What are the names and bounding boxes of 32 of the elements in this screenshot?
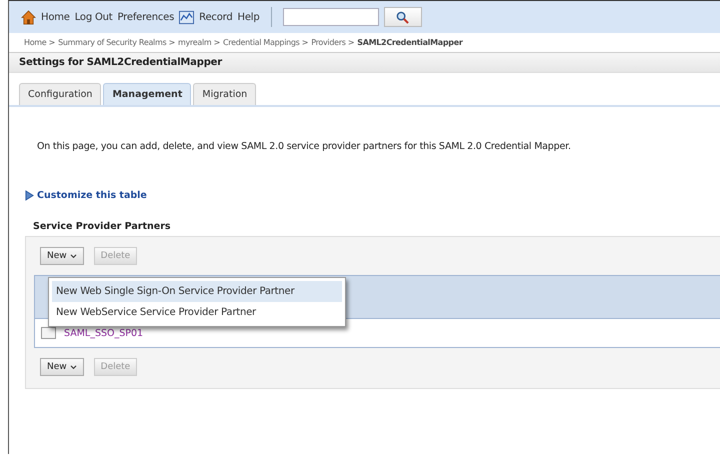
- toolbar-link[interactable]: Help: [238, 12, 260, 22]
- tab[interactable]: Management: [103, 83, 192, 105]
- tab[interactable]: Configuration: [19, 83, 102, 105]
- search-field[interactable]: [282, 8, 378, 26]
- search-icon: [396, 10, 409, 24]
- menu-item[interactable]: New WebService Service Provider Partner: [52, 302, 342, 323]
- customize-link[interactable]: Customize this table: [37, 190, 147, 201]
- menu-item[interactable]: New Web Single Sign-On Service Provider Partner: [52, 281, 342, 302]
- breadcrumb-current: SAML2CredentialMapper: [357, 38, 463, 47]
- caret-icon: [70, 364, 77, 370]
- description-text: On this page, you can add, delete, and view SAML 2.0 service provider partners for this SAML 2.0 Credential Mapper.: [37, 141, 572, 152]
- toolbar-link[interactable]: Log Out: [74, 12, 113, 22]
- breadcrumb-link[interactable]: Credential Mappings >: [223, 38, 308, 47]
- toolbar-link[interactable]: Record: [199, 12, 232, 22]
- toolbar-link[interactable]: Home: [41, 12, 70, 22]
- breadcrumb-link[interactable]: Providers >: [311, 38, 354, 47]
- new-button[interactable]: New: [40, 358, 84, 376]
- partner-link[interactable]: SAML_SSO_SP01: [64, 328, 144, 338]
- toolbar-link[interactable]: Preferences: [118, 12, 174, 22]
- table-title: Service Provider Partners: [33, 221, 172, 232]
- row-checkbox[interactable]: [41, 327, 56, 339]
- breadcrumb-link[interactable]: Home >: [24, 38, 56, 47]
- tab[interactable]: Migration: [193, 83, 256, 105]
- triangle-icon: [25, 190, 34, 201]
- breadcrumb-link[interactable]: myrealm >: [178, 38, 220, 47]
- breadcrumb-link[interactable]: Summary of Security Realms >: [58, 38, 175, 47]
- new-button[interactable]: New: [40, 247, 84, 265]
- search-button[interactable]: [384, 7, 422, 27]
- caret-icon: [70, 254, 77, 258]
- home-icon[interactable]: [21, 10, 36, 24]
- chart-icon[interactable]: [179, 10, 194, 24]
- settings-header: Settings for SAML2CredentialMapper: [9, 52, 720, 73]
